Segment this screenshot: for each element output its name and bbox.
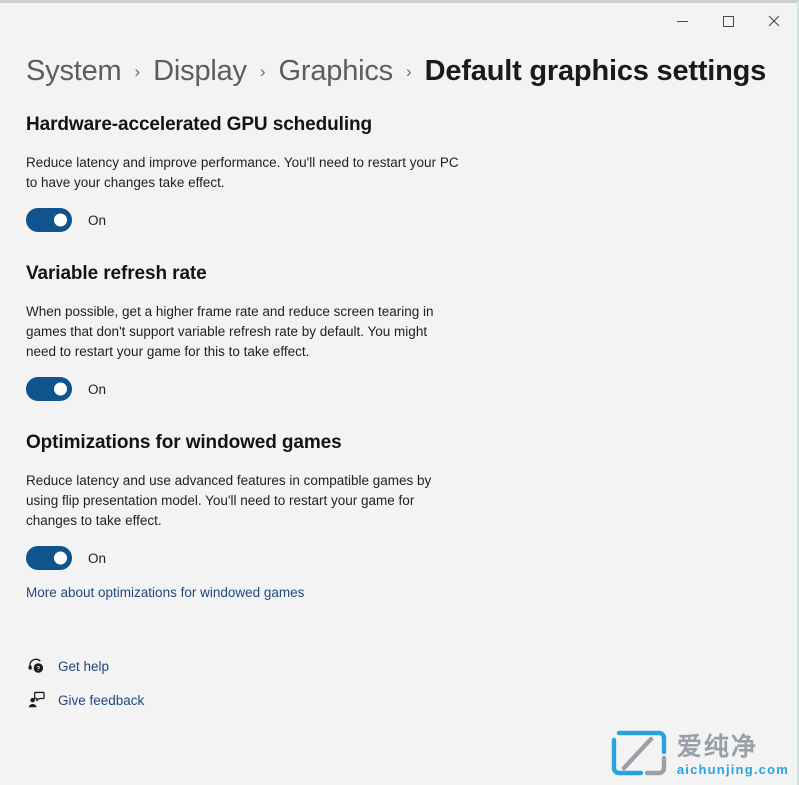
- toggle-knob: [54, 213, 67, 227]
- maximize-icon: [722, 15, 734, 27]
- give-feedback-label: Give feedback: [58, 692, 145, 708]
- page-title: Default graphics settings: [424, 55, 767, 87]
- toggle-row: On: [26, 545, 771, 571]
- toggle-state-label: On: [88, 381, 107, 397]
- watermark-domain: aichunjing.com: [676, 762, 789, 777]
- section-description: When possible, get a higher frame rate a…: [26, 304, 434, 359]
- give-feedback-link[interactable]: Give feedback: [26, 684, 144, 716]
- title-bar: [0, 3, 797, 39]
- watermark-chinese: 爱纯净: [676, 733, 758, 761]
- breadcrumb-item-display[interactable]: Display: [153, 55, 247, 88]
- watermark: 爱纯净 aichunjing.com: [611, 730, 789, 781]
- breadcrumb-item-system[interactable]: System: [26, 55, 122, 88]
- section-title: Hardware-accelerated GPU scheduling: [26, 114, 373, 135]
- breadcrumb-item-graphics[interactable]: Graphics: [279, 55, 394, 88]
- get-help-link[interactable]: ? Get help: [26, 650, 109, 682]
- variable-refresh-rate-toggle[interactable]: [26, 377, 72, 401]
- toggle-state-label: On: [88, 212, 107, 228]
- footer-links: ? Get help Give feedback: [0, 650, 797, 716]
- breadcrumb-separator-icon: ›: [405, 62, 412, 81]
- toggle-row: On: [26, 376, 771, 402]
- toggle-row: On: [26, 207, 771, 233]
- section-title: Variable refresh rate: [26, 263, 207, 284]
- settings-window: System › Display › Graphics › Default gr…: [0, 0, 799, 785]
- maximize-button[interactable]: [705, 3, 751, 39]
- section-description: Reduce latency and use advanced features…: [26, 473, 432, 528]
- minimize-button[interactable]: [659, 3, 705, 39]
- breadcrumb-separator-icon: ›: [259, 62, 266, 81]
- feedback-person-icon: [26, 690, 46, 710]
- minimize-icon: [676, 20, 688, 22]
- toggle-knob: [54, 382, 67, 396]
- toggle-knob: [54, 551, 67, 565]
- watermark-text: 爱纯净 aichunjing.com: [676, 733, 789, 777]
- breadcrumb-separator-icon: ›: [134, 62, 141, 81]
- windowed-games-optimizations-toggle[interactable]: [26, 546, 72, 570]
- aichunjing-logo-icon: [611, 730, 667, 781]
- close-button[interactable]: [751, 3, 797, 39]
- close-icon: [768, 15, 780, 27]
- more-about-optimizations-link[interactable]: More about optimizations for windowed ga…: [26, 585, 304, 600]
- toggle-state-label: On: [88, 550, 107, 566]
- section-hardware-accelerated-gpu-scheduling: Hardware-accelerated GPU scheduling Redu…: [26, 114, 771, 233]
- breadcrumb: System › Display › Graphics › Default gr…: [0, 39, 797, 88]
- settings-content: Hardware-accelerated GPU scheduling Redu…: [0, 114, 797, 602]
- svg-text:?: ?: [36, 666, 40, 673]
- section-optimizations-for-windowed-games: Optimizations for windowed games Reduce …: [26, 432, 771, 602]
- get-help-label: Get help: [58, 658, 110, 674]
- section-variable-refresh-rate: Variable refresh rate When possible, get…: [26, 263, 771, 402]
- gpu-scheduling-toggle[interactable]: [26, 208, 72, 232]
- section-description: Reduce latency and improve performance. …: [26, 155, 459, 190]
- help-headset-icon: ?: [26, 656, 46, 676]
- section-title: Optimizations for windowed games: [26, 432, 342, 453]
